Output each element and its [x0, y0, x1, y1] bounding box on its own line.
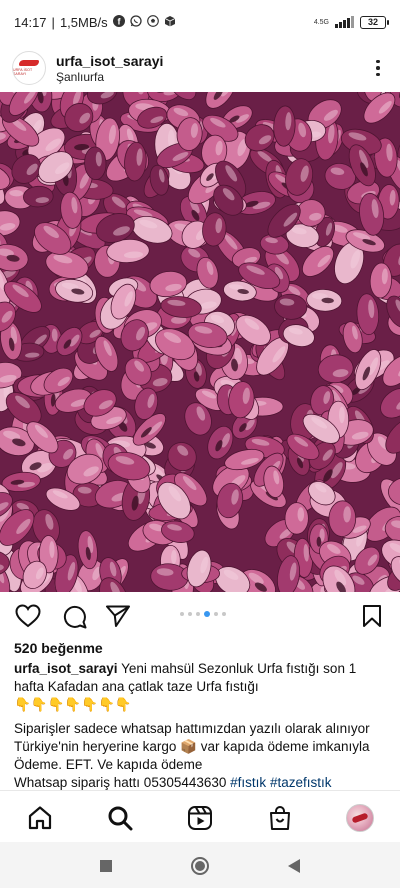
- post-username[interactable]: urfa_isot_sarayi: [56, 53, 163, 69]
- search-icon[interactable]: [105, 803, 135, 833]
- separator: |: [51, 14, 55, 30]
- account-avatar[interactable]: URFA İSOT SARAYI: [12, 51, 46, 85]
- bottom-nav: [0, 790, 400, 842]
- signal-icon: [335, 16, 354, 28]
- post-caption: urfa_isot_sarayi Yeni mahsül Sezonluk Ur…: [14, 660, 388, 792]
- carousel-dot: [196, 612, 200, 616]
- carousel-dot: [222, 612, 226, 616]
- comment-icon[interactable]: [60, 602, 88, 630]
- reels-icon[interactable]: [185, 803, 215, 833]
- hashtag-tazefistik[interactable]: #tazefıstık: [270, 775, 332, 790]
- profile-avatar[interactable]: [345, 803, 375, 833]
- soccer-icon: [146, 14, 159, 30]
- save-bookmark-icon[interactable]: [358, 602, 386, 630]
- home-system-icon[interactable]: [188, 854, 212, 878]
- battery-level: 32: [367, 17, 378, 27]
- shop-icon[interactable]: [265, 803, 295, 833]
- like-count[interactable]: 520 beğenme: [14, 640, 103, 656]
- post-location[interactable]: Şanlıurfa: [56, 70, 163, 84]
- status-right: 4.5G 32: [313, 15, 389, 29]
- carousel-indicator: [180, 611, 226, 617]
- system-navigation-bar: [0, 842, 400, 888]
- post-image[interactable]: [0, 92, 400, 592]
- clock: 14:17: [14, 14, 47, 30]
- caption-username[interactable]: urfa_isot_sarayi: [14, 661, 118, 676]
- caption-emoji-row: 👇👇👇👇👇👇👇: [14, 697, 132, 712]
- post-header: URFA İSOT SARAYI urfa_isot_sarayi Şanlıu…: [0, 44, 400, 92]
- battery-icon: 32: [360, 15, 389, 29]
- user-block: urfa_isot_sarayi Şanlıurfa: [56, 53, 163, 84]
- avatar-logo-text: URFA İSOT SARAYI: [13, 68, 33, 76]
- facebook-icon: f: [112, 14, 125, 30]
- more-options-icon[interactable]: [368, 54, 388, 82]
- net-speed: 1,5MB/s: [59, 14, 108, 30]
- share-icon[interactable]: [104, 602, 132, 630]
- whatsapp-icon: [129, 14, 142, 30]
- back-icon[interactable]: [282, 854, 306, 878]
- carousel-dot: [204, 611, 210, 617]
- box-icon: [164, 15, 176, 30]
- status-bar: 14:17 | 1,5MB/s f 4.5G 32: [0, 0, 400, 44]
- recent-apps-icon[interactable]: [94, 854, 118, 878]
- caption-line2: Siparişler sadece whatsap hattımızdan ya…: [14, 721, 370, 772]
- profile-picture: [346, 804, 374, 832]
- carousel-dot: [214, 612, 218, 616]
- carousel-dot: [188, 612, 192, 616]
- pistachio-photo: [0, 92, 400, 592]
- like-heart-icon[interactable]: [14, 602, 42, 630]
- carousel-dot: [180, 612, 184, 616]
- network-type: 4.5G: [313, 18, 329, 26]
- chili-logo-icon: [19, 60, 39, 66]
- hashtag-fistik[interactable]: #fıstık: [230, 775, 266, 790]
- home-icon[interactable]: [25, 803, 55, 833]
- caption-main: urfa_isot_sarayi Yeni mahsül Sezonluk Ur…: [14, 660, 388, 696]
- action-row: [0, 598, 400, 634]
- caption-phone: Whatsap sipariş hattı 05305443630: [14, 775, 227, 790]
- status-left: 14:17 | 1,5MB/s f: [14, 14, 176, 30]
